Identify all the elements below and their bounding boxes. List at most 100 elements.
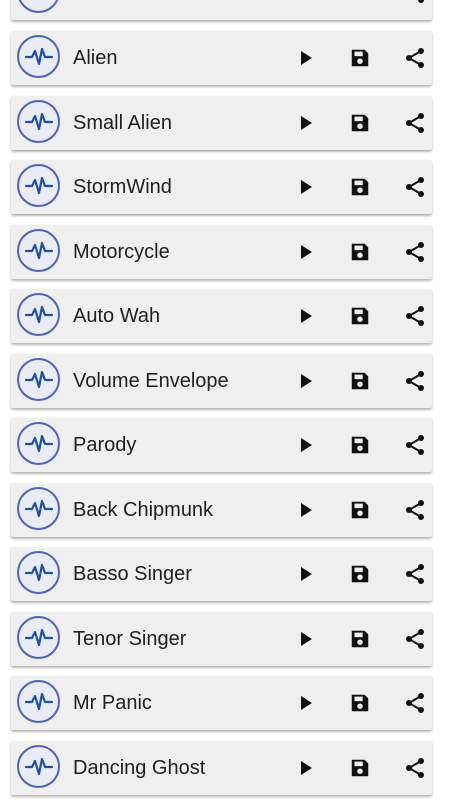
effect-name: Auto Wah [73, 305, 161, 327]
voice-effects-list[interactable]: Alien Small Alien StormWind Motorcycle A… [0, 0, 472, 800]
play-button[interactable] [291, 366, 321, 396]
play-button[interactable] [291, 301, 321, 331]
save-icon [351, 565, 369, 583]
save-button[interactable] [345, 108, 375, 138]
waveform-icon [17, 616, 60, 659]
waveform-icon [17, 35, 60, 78]
share-button[interactable] [400, 172, 430, 202]
save-button[interactable] [345, 753, 375, 783]
list-item[interactable]: Tenor Singer [11, 612, 432, 666]
waveform-icon [17, 487, 60, 530]
play-icon [301, 245, 312, 259]
share-button[interactable] [400, 237, 430, 267]
play-icon [301, 374, 312, 388]
save-button[interactable] [345, 366, 375, 396]
save-icon [351, 243, 369, 261]
save-button[interactable] [345, 495, 375, 525]
share-button[interactable] [400, 366, 430, 396]
save-icon [351, 114, 369, 132]
save-button[interactable] [345, 301, 375, 331]
effect-name: Back Chipmunk [73, 499, 214, 521]
share-icon[interactable] [400, 0, 430, 8]
effect-name: Mr Panic [73, 692, 152, 714]
list-item[interactable]: StormWind [11, 160, 432, 214]
effect-name: Dancing Ghost [73, 757, 206, 779]
effect-name: Small Alien [73, 112, 172, 134]
list-item[interactable]: Dancing Ghost [11, 741, 432, 795]
play-button[interactable] [291, 495, 321, 525]
waveform-icon [17, 358, 60, 401]
list-item-partial[interactable] [11, 0, 432, 20]
save-icon [351, 694, 369, 712]
share-button[interactable] [400, 688, 430, 718]
save-button[interactable] [345, 559, 375, 589]
save-button[interactable] [345, 430, 375, 460]
save-icon [351, 630, 369, 648]
save-button[interactable] [345, 624, 375, 654]
share-icon [406, 177, 424, 197]
list-item[interactable]: Basso Singer [11, 547, 432, 601]
waveform-icon [17, 293, 60, 336]
save-icon [351, 178, 369, 196]
play-button[interactable] [291, 108, 321, 138]
share-icon [406, 693, 424, 713]
list-item[interactable]: Auto Wah [11, 289, 432, 343]
share-icon [406, 629, 424, 649]
play-button[interactable] [291, 172, 321, 202]
share-icon [406, 564, 424, 584]
save-icon [351, 501, 369, 519]
list-item[interactable]: Mr Panic [11, 676, 432, 730]
waveform-icon [17, 100, 60, 143]
share-button[interactable] [400, 301, 430, 331]
save-button[interactable] [345, 43, 375, 73]
play-icon [301, 503, 312, 517]
play-button[interactable] [291, 237, 321, 267]
save-icon [351, 49, 369, 67]
share-button[interactable] [400, 430, 430, 460]
share-icon [406, 435, 424, 455]
effect-name: Parody [73, 434, 137, 456]
save-icon [351, 307, 369, 325]
waveform-icon [17, 164, 60, 207]
share-icon [406, 758, 424, 778]
share-button[interactable] [400, 495, 430, 525]
list-item[interactable]: Motorcycle [11, 225, 432, 279]
play-icon [301, 632, 312, 646]
play-icon [301, 696, 312, 710]
share-button[interactable] [400, 108, 430, 138]
effect-name: Motorcycle [73, 241, 170, 263]
play-button[interactable] [291, 688, 321, 718]
play-icon [301, 567, 312, 581]
share-icon [406, 48, 424, 68]
play-icon [301, 438, 312, 452]
waveform-icon [17, 422, 60, 465]
play-icon [301, 51, 312, 65]
effect-name: Tenor Singer [73, 628, 187, 650]
play-button[interactable] [291, 43, 321, 73]
list-item[interactable]: Alien [11, 31, 432, 85]
effect-name: Alien [73, 47, 118, 69]
list-item[interactable]: Volume Envelope [11, 354, 432, 408]
save-button[interactable] [345, 237, 375, 267]
play-button[interactable] [291, 430, 321, 460]
share-icon [406, 113, 424, 133]
play-icon [301, 180, 312, 194]
save-button[interactable] [345, 172, 375, 202]
share-icon [406, 500, 424, 520]
play-button[interactable] [291, 753, 321, 783]
play-button[interactable] [291, 624, 321, 654]
share-icon [406, 306, 424, 326]
play-button[interactable] [291, 559, 321, 589]
share-button[interactable] [400, 753, 430, 783]
save-button[interactable] [345, 688, 375, 718]
effect-name: Volume Envelope [73, 370, 229, 392]
waveform-icon [17, 745, 60, 788]
list-item[interactable]: Small Alien [11, 96, 432, 150]
list-item[interactable]: Back Chipmunk [11, 483, 432, 537]
share-button[interactable] [400, 559, 430, 589]
share-button[interactable] [400, 624, 430, 654]
list-item[interactable]: Parody [11, 418, 432, 472]
effect-name: StormWind [73, 176, 172, 198]
share-icon [406, 242, 424, 262]
share-button[interactable] [400, 43, 430, 73]
